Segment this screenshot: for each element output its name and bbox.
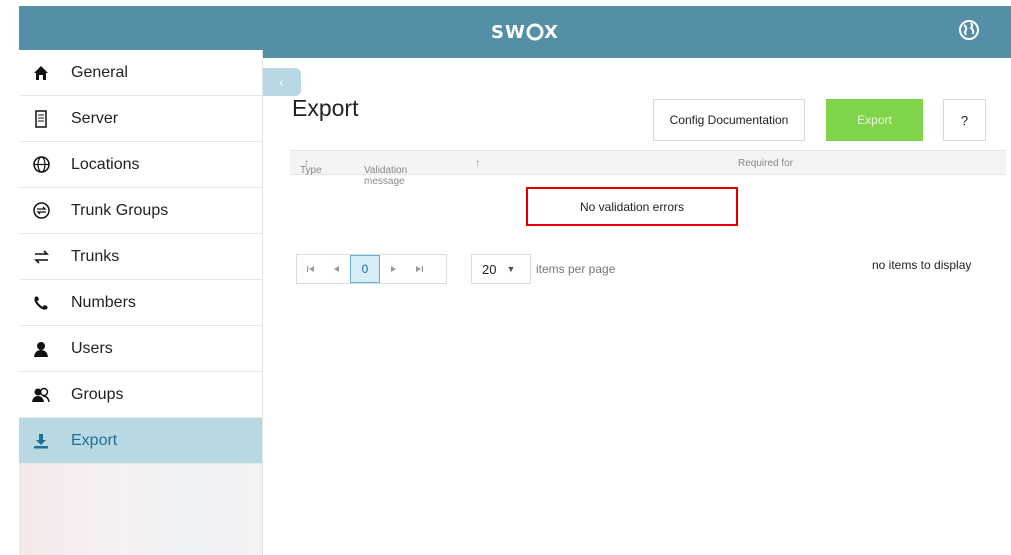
column-header-required-for[interactable]: Required for xyxy=(738,158,793,169)
sidebar-item-server[interactable]: Server xyxy=(19,96,262,142)
server-icon xyxy=(32,109,50,128)
export-button[interactable]: Export xyxy=(826,99,923,141)
home-icon xyxy=(32,64,50,82)
sidebar-item-label: Trunk Groups xyxy=(71,201,169,219)
sidebar-item-label: Numbers xyxy=(71,293,136,311)
trunk-group-icon xyxy=(32,202,50,220)
chevron-left-icon: ‹ xyxy=(279,74,284,90)
caret-down-icon: ▼ xyxy=(506,264,516,274)
sidebar-item-label: Export xyxy=(71,431,118,449)
svg-text:SW: SW xyxy=(491,22,526,42)
page-title: Export xyxy=(292,95,359,121)
collapse-sidebar-button[interactable]: ‹ xyxy=(263,68,301,96)
sidebar-item-groups[interactable]: Groups xyxy=(19,372,262,418)
sidebar-item-export[interactable]: Export xyxy=(19,418,262,464)
page-size-value: 20 xyxy=(482,261,497,277)
sidebar-item-numbers[interactable]: Numbers xyxy=(19,280,262,326)
arrows-icon xyxy=(32,248,50,266)
download-icon xyxy=(32,432,50,450)
column-header-type[interactable]: Type ↑ xyxy=(300,158,322,176)
sidebar-item-trunk-groups[interactable]: Trunk Groups xyxy=(19,188,262,234)
sidebar-item-locations[interactable]: Locations xyxy=(19,142,262,188)
next-page-icon[interactable] xyxy=(380,256,406,282)
sidebar-item-label: Groups xyxy=(71,385,124,403)
user-icon xyxy=(32,340,50,358)
page-size-select[interactable]: 20 ▼ xyxy=(471,254,531,284)
swyx-logo[interactable]: SW X xyxy=(491,20,571,44)
sort-asc-icon: ↑ xyxy=(475,158,480,169)
empty-grid-message: No validation errors xyxy=(526,187,738,226)
sidebar-item-label: Server xyxy=(71,109,119,127)
last-page-icon[interactable] xyxy=(406,256,432,282)
current-page-button[interactable]: 0 xyxy=(350,255,380,283)
swyx-logo-mark: SW X xyxy=(491,22,559,42)
first-page-icon[interactable] xyxy=(298,256,324,282)
sidebar-item-label: General xyxy=(71,63,128,81)
grid-header: Type ↑ Validation message ↑ Required for xyxy=(290,150,1006,187)
sidebar-item-general[interactable]: General xyxy=(19,50,262,96)
sidebar-item-label: Locations xyxy=(71,155,140,173)
sidebar: General Server Locations Trunk Groups Tr… xyxy=(19,50,263,555)
pager: 0 xyxy=(296,254,447,284)
globe-icon[interactable] xyxy=(958,19,980,41)
sidebar-item-label: Trunks xyxy=(71,247,120,265)
svg-text:X: X xyxy=(544,22,559,42)
group-icon xyxy=(32,386,50,404)
globe-icon xyxy=(32,156,50,174)
items-per-page-label: items per page xyxy=(536,262,616,276)
sidebar-item-label: Users xyxy=(71,339,113,357)
sidebar-item-users[interactable]: Users xyxy=(19,326,262,372)
pager-status: no items to display xyxy=(872,258,972,272)
blurred-region xyxy=(19,464,262,555)
prev-page-icon[interactable] xyxy=(324,256,350,282)
help-button[interactable]: ? xyxy=(943,99,986,141)
phone-icon xyxy=(32,294,50,312)
config-documentation-button[interactable]: Config Documentation xyxy=(653,99,805,141)
sidebar-item-trunks[interactable]: Trunks xyxy=(19,234,262,280)
